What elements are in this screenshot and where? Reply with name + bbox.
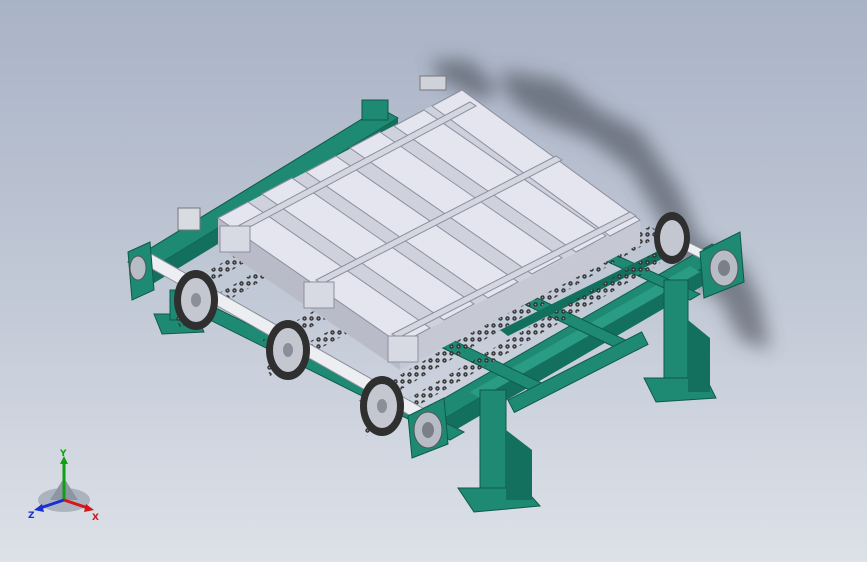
chain-conveyor-model[interactable] <box>0 0 867 562</box>
sprocket-3 <box>360 376 404 436</box>
sprocket-1 <box>174 270 218 330</box>
sprocket-4 <box>654 212 690 264</box>
view-orientation-triad-icon[interactable]: Y X Z <box>28 448 102 524</box>
graphics-viewport[interactable]: Y X Z <box>0 0 867 562</box>
triad-x-label: X <box>92 513 99 523</box>
triad-y-label: Y <box>59 449 67 459</box>
triad-z-label: Z <box>28 511 35 521</box>
sprocket-2 <box>266 320 310 380</box>
bearing-left <box>127 241 155 301</box>
